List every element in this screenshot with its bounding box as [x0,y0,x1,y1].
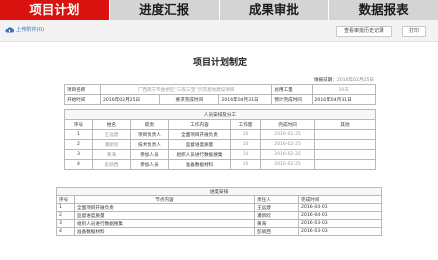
cell: 2016-04-01 [298,203,382,212]
cell: 组织人员进行数据搜集 [168,149,231,160]
staff-header-cell: 职责 [130,119,169,130]
staff-row: 2 潘新欣 技术负责人 监督进度质量 10 2016-02-25 [64,139,376,150]
cell: 2016-02-25 [260,149,315,160]
cell: 全面项目开展负责 [74,203,255,212]
staff-table: 人员安排及分工 序号 姓名 职责 工作内容 工作量 完成时间 其他 1 王远建 … [64,109,376,170]
cell: 2016-02-25 [260,139,315,150]
staff-row: 1 王远建 项目负责人 全面项目开展负责 10 2016-02-25 [64,129,376,140]
cell: 技术负责人 [130,139,169,150]
cell: 潘新欣 [92,139,131,150]
schedule-section-title: 进度安排 [56,187,382,196]
cloud-upload-icon [5,26,14,32]
staff-section-title: 人员安排及分工 [64,109,376,120]
expected-finish-value: 2016年04月31日 [311,94,376,105]
start-time-label: 开始时间 [64,94,101,105]
schedule-row: 4 准备数据材料 彭硕西 2016-03-03 [56,227,382,236]
cell: 2016-03-03 [298,219,382,228]
cell: 王远建 [254,203,299,212]
cell: 2016-04-01 [298,211,382,220]
schedule-row: 1 全面项目开展负责 王远建 2016-04-01 [56,203,382,212]
schedule-table: 进度安排 序号 节点内容 责任人 完成时间 1 全面项目开展负责 王远建 201… [56,187,382,236]
cell: 2016-02-25 [260,159,315,170]
cell: 彭硕西 [254,227,299,236]
cell: 准备数据材料 [74,227,255,236]
cell [314,129,376,140]
staff-header-cell: 完成时间 [260,119,315,130]
cell: 1 [64,129,93,140]
cell: 4 [56,227,75,236]
cell [314,139,376,150]
cell: 项目负责人 [130,129,169,140]
cell [314,159,376,170]
cell: 彭硕西 [92,159,131,170]
tab-progress-report[interactable]: 进度汇报 [109,0,220,20]
cell: 参加人员 [130,159,169,170]
print-button[interactable]: 打印 [402,26,426,37]
tab-data-report[interactable]: 数据报表 [329,0,438,20]
top-tab-bar: 项目计划 进度汇报 成果审批 数据报表 [0,0,438,20]
schedule-header-cell: 责任人 [254,195,299,204]
cell: 潘新欣 [254,211,299,220]
staff-header-row: 序号 姓名 职责 工作内容 工作量 完成时间 其他 [64,119,376,130]
total-labor-label: 总用工量 [271,84,313,95]
staff-header-cell: 工作量 [230,119,261,130]
schedule-header-row: 序号 节点内容 责任人 完成时间 [56,195,382,204]
cell: 1 [56,203,75,212]
toolbar: 上传附件(0) 查看审批历史记录 打印 [0,20,438,42]
cell: 组织人员进行数据搜集 [74,219,255,228]
staff-row: 3 黄海 参加人员 组织人员进行数据搜集 10 2016-02-25 [64,149,376,160]
cell: 全面项目开展负责 [168,129,231,140]
staff-header-cell: 其他 [314,119,376,130]
cell: 10 [230,159,261,170]
cell: 3 [56,219,75,228]
cell: 参加人员 [130,149,169,160]
schedule-row: 3 组织人员进行数据搜集 黄海 2016-03-03 [56,219,382,228]
cell: 4 [64,159,93,170]
upload-attachment-label: 上传附件(0) [16,27,45,33]
schedule-header-cell: 完成时间 [298,195,382,204]
cell: 监督进度质量 [168,139,231,150]
total-labor-value: 30天 [311,84,376,95]
deadline-value: 2016年04月31日 [218,94,273,105]
project-name-label: 项目名称 [64,84,101,95]
fill-date: 填报日期：2016年02月25日 [314,77,374,83]
tab-project-plan[interactable]: 项目计划 [0,0,110,20]
staff-header-cell: 工作内容 [168,119,231,130]
view-approval-history-button[interactable]: 查看审批历史记录 [336,26,392,37]
schedule-row: 2 监督进度质量 潘新欣 2016-04-01 [56,211,382,220]
project-info-table: 项目名称 广西南宁市金桥区“三农三宝”示范基地建设项目 总用工量 30天 开始时… [64,84,376,105]
fill-date-label: 填报日期： [313,78,337,83]
start-time-value: 2016年02月25日 [99,94,161,105]
cell: 2 [56,211,75,220]
cell: 2016-03-03 [298,227,382,236]
expected-finish-label: 预计完成时间 [271,94,313,105]
staff-header-cell: 姓名 [92,119,131,130]
upload-attachment-link[interactable]: 上传附件(0) [5,26,44,33]
document-title: 项目计划制定 [192,58,247,68]
cell: 10 [230,139,261,150]
cell: 3 [64,149,93,160]
cell [314,149,376,160]
fill-date-value: 2016年02月25日 [336,78,374,83]
cell: 准备数据材料 [168,159,231,170]
cell: 2 [64,139,93,150]
cell: 10 [230,129,261,140]
schedule-header-cell: 节点内容 [74,195,255,204]
cell: 2016-02-25 [260,129,315,140]
cell: 黄海 [254,219,299,228]
cell: 黄海 [92,149,131,160]
cell: 王远建 [92,129,131,140]
cell: 监督进度质量 [74,211,255,220]
tab-result-approval[interactable]: 成果审批 [219,0,330,20]
deadline-label: 要求完成时间 [159,94,220,105]
staff-header-cell: 序号 [64,119,93,130]
staff-row: 4 彭硕西 参加人员 准备数据材料 10 2016-02-25 [64,159,376,170]
schedule-header-cell: 序号 [56,195,75,204]
project-name-value: 广西南宁市金桥区“三农三宝”示范基地建设项目 [99,84,273,95]
cell: 10 [230,149,261,160]
